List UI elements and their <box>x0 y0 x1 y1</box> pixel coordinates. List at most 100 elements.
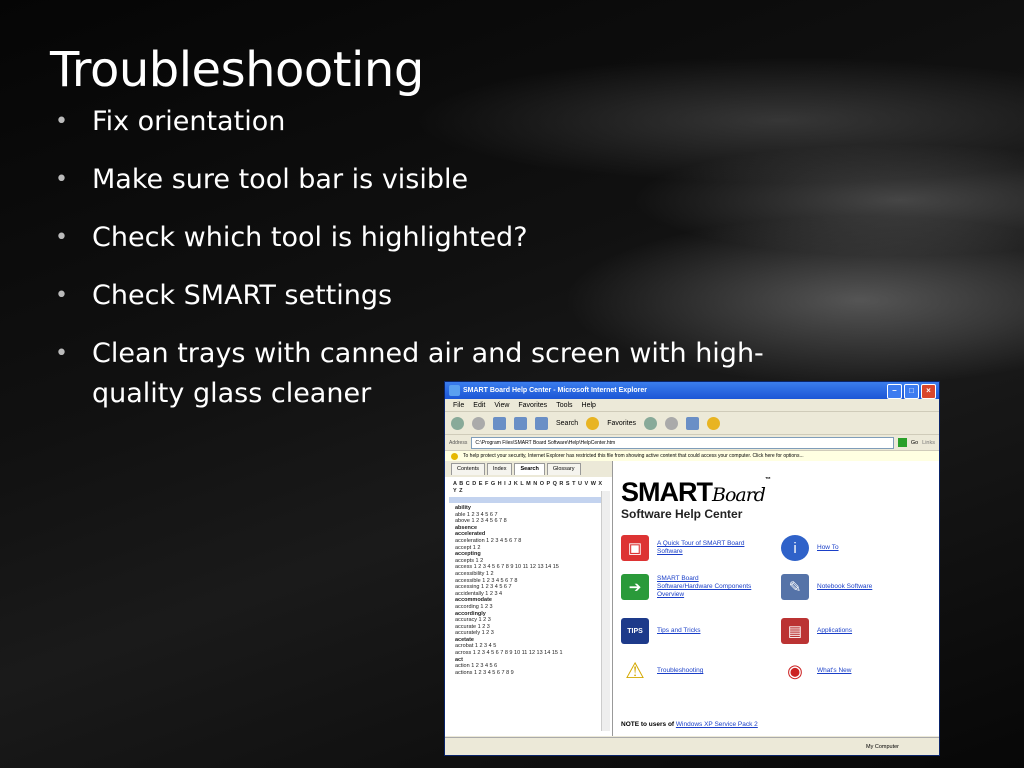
minimize-icon[interactable]: – <box>887 384 902 399</box>
index-entry[interactable]: action 1 2 3 4 5 6 <box>455 663 602 670</box>
how-to-link[interactable]: How To <box>817 544 839 552</box>
bullet-item: • Fix orientation <box>52 102 812 142</box>
tips-link[interactable]: Tips and Tricks <box>657 627 700 635</box>
stop-icon[interactable] <box>493 416 506 430</box>
print-icon[interactable] <box>685 416 699 430</box>
address-label: Address <box>449 439 468 446</box>
sp2-note: NOTE to users of Windows XP Service Pack… <box>621 721 758 728</box>
applications-link[interactable]: Applications <box>817 627 852 635</box>
components-item[interactable]: ➔ SMART Board Software/Hardware Componen… <box>621 574 752 600</box>
menu-help[interactable]: Help <box>582 402 596 409</box>
tab-search[interactable]: Search <box>514 463 545 475</box>
index-list: ability able 1 2 3 4 5 6 7 above 1 2 3 4 5… <box>445 503 612 678</box>
index-pane: Contents Index Search Glossary A B C D E… <box>445 461 613 736</box>
index-entry[interactable]: acrobat 1 2 3 4 5 <box>455 643 602 650</box>
index-entry[interactable]: accepts 1 2 <box>455 558 602 565</box>
folder-icon[interactable] <box>706 416 720 430</box>
bullet-text: Fix orientation <box>92 106 286 137</box>
index-entry[interactable]: acetate <box>455 637 602 644</box>
go-icon[interactable] <box>897 438 907 447</box>
index-entry[interactable]: ability <box>455 505 602 512</box>
menu-favorites[interactable]: Favorites <box>518 402 547 409</box>
tab-contents[interactable]: Contents <box>451 463 486 475</box>
index-entry[interactable]: accordingly <box>455 611 602 618</box>
index-entry[interactable]: accurate 1 2 3 <box>455 624 602 631</box>
favorites-icon[interactable] <box>586 416 600 430</box>
go-button[interactable]: Go <box>911 440 918 446</box>
forward-icon[interactable] <box>472 416 485 430</box>
index-entry[interactable]: accept 1 2 <box>455 545 602 552</box>
embedded-screenshot-window: SMART Board Help Center - Microsoft Inte… <box>444 381 940 756</box>
menu-view[interactable]: View <box>494 402 509 409</box>
back-icon[interactable] <box>451 416 464 430</box>
note-label: NOTE to users of <box>621 721 675 728</box>
bullet-item: • Make sure tool bar is visible <box>52 160 812 200</box>
troubleshooting-item[interactable]: ⚠ Troubleshooting <box>621 658 703 684</box>
bullet-item: • Check SMART settings <box>52 276 812 316</box>
menu-file[interactable]: File <box>453 402 464 409</box>
quick-tour-item[interactable]: ▣ A Quick Tour of SMART Board Software <box>621 535 752 561</box>
index-entry[interactable]: above 1 2 3 4 5 6 7 8 <box>455 518 602 525</box>
logo-board: Board <box>712 484 766 506</box>
index-entry[interactable]: able 1 2 3 4 5 6 7 <box>455 512 602 519</box>
bullet-text: Make sure tool bar is visible <box>92 164 469 195</box>
troubleshooting-link[interactable]: Troubleshooting <box>657 667 703 675</box>
index-entry[interactable]: accessibility 1 2 <box>455 571 602 578</box>
tab-glossary[interactable]: Glossary <box>546 463 581 475</box>
index-entry[interactable]: accurately 1 2 3 <box>455 630 602 637</box>
tips-icon: TIPS <box>621 618 649 644</box>
help-main: SMARTBoard™ Software Help Center ▣ A Qui… <box>613 461 939 736</box>
how-to-item[interactable]: i How To <box>781 535 839 561</box>
status-text: My Computer <box>865 743 899 750</box>
bullet-text: Check SMART settings <box>92 280 393 311</box>
index-entry[interactable]: accidentally 1 2 3 4 <box>455 591 602 598</box>
bullet-icon: • <box>55 283 68 308</box>
window-title: SMART Board Help Center - Microsoft Inte… <box>463 387 647 394</box>
index-entry[interactable]: accepting <box>455 551 602 558</box>
index-entry[interactable]: acceleration 1 2 3 4 5 6 7 8 <box>455 538 602 545</box>
alphabet-nav[interactable]: A B C D E F G H I J K L M N O P Q R S T … <box>445 477 612 497</box>
slide-title: Troubleshooting <box>50 42 424 98</box>
home-icon[interactable] <box>535 416 548 430</box>
tab-index[interactable]: Index <box>487 463 513 475</box>
help-tabs: Contents Index Search Glossary <box>445 461 612 477</box>
search-button[interactable]: Search <box>556 420 578 427</box>
index-entry[interactable]: according 1 2 3 <box>455 604 602 611</box>
close-icon[interactable]: × <box>921 384 936 399</box>
notebook-item[interactable]: ✎ Notebook Software <box>781 574 872 600</box>
applications-item[interactable]: ▤ Applications <box>781 618 852 644</box>
refresh-icon[interactable] <box>514 416 527 430</box>
logo-smart: SMART <box>621 477 713 507</box>
menu-tools[interactable]: Tools <box>556 402 572 409</box>
index-scrollbar[interactable] <box>601 491 610 731</box>
index-entry[interactable]: accessing 1 2 3 4 5 6 7 <box>455 584 602 591</box>
address-input[interactable]: C:\Program Files\SMART Board Software\He… <box>471 436 894 449</box>
index-entry[interactable]: across 1 2 3 4 5 6 7 8 9 10 11 12 13 14 … <box>455 650 602 657</box>
whats-new-item[interactable]: ◉ What's New <box>781 658 851 684</box>
components-link[interactable]: SMART Board Software/Hardware Components… <box>657 575 752 599</box>
menu-edit[interactable]: Edit <box>473 402 485 409</box>
notebook-link[interactable]: Notebook Software <box>817 583 872 591</box>
help-content: Contents Index Search Glossary A B C D E… <box>445 461 939 736</box>
links-button[interactable]: Links <box>922 440 939 446</box>
favorites-button[interactable]: Favorites <box>607 420 636 427</box>
whats-new-link[interactable]: What's New <box>817 667 851 675</box>
index-entry[interactable]: accuracy 1 2 3 <box>455 617 602 624</box>
mail-icon[interactable] <box>664 416 678 430</box>
history-icon[interactable] <box>643 416 657 430</box>
ie-app-icon <box>449 385 460 396</box>
status-bar: My Computer <box>445 737 939 755</box>
index-entry[interactable]: absence <box>455 525 602 532</box>
maximize-icon[interactable]: □ <box>904 384 919 399</box>
bullet-text: Check which tool is highlighted? <box>92 222 528 253</box>
index-entry[interactable]: actions 1 2 3 4 5 6 7 8 9 <box>455 670 602 677</box>
index-entry[interactable]: accommodate <box>455 597 602 604</box>
index-entry[interactable]: act <box>455 657 602 664</box>
bullet-icon: • <box>55 225 68 250</box>
quick-tour-link[interactable]: A Quick Tour of SMART Board Software <box>657 540 752 556</box>
index-entry[interactable]: access 1 2 3 4 5 6 7 8 9 10 11 12 13 14 … <box>455 564 602 571</box>
tips-item[interactable]: TIPS Tips and Tricks <box>621 618 700 644</box>
index-entry[interactable]: accessible 1 2 3 4 5 6 7 8 <box>455 578 602 585</box>
index-entry[interactable]: accelerated <box>455 531 602 538</box>
sp2-link[interactable]: Windows XP Service Pack 2 <box>676 721 758 728</box>
